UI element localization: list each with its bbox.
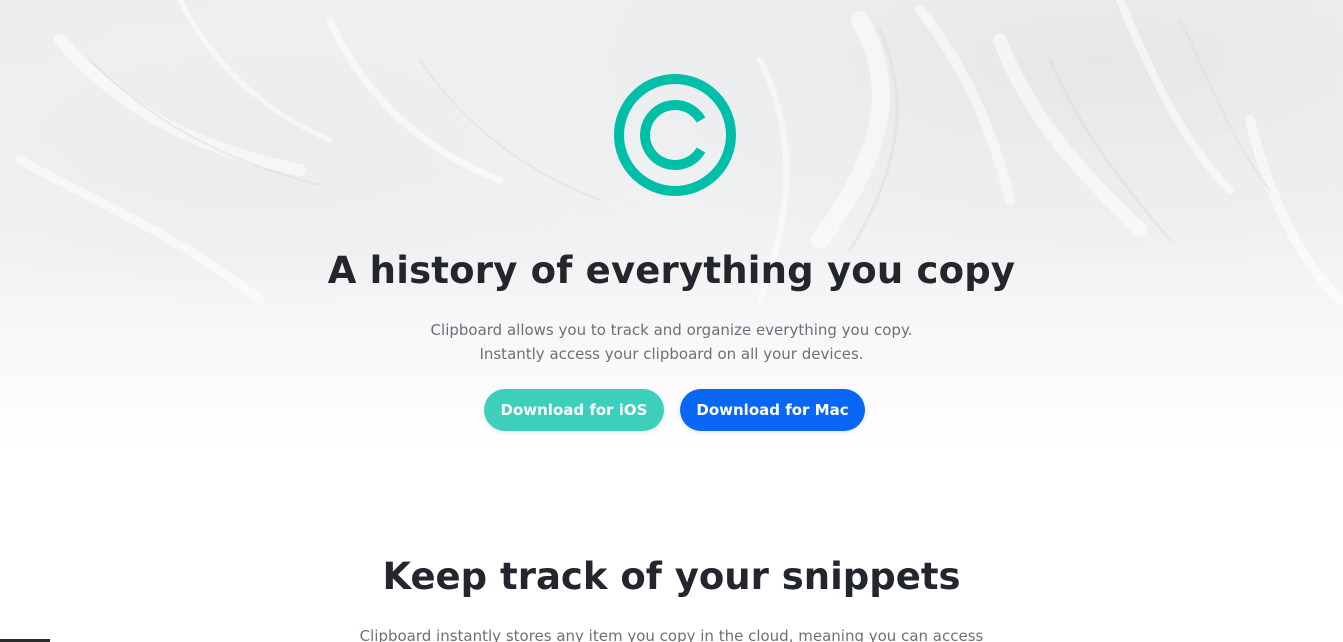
clipboard-logo-icon (614, 74, 736, 196)
hero-subtitle-line-1: Clipboard allows you to track and organi… (430, 321, 913, 339)
hero-subtitle-line-2: Instantly access your clipboard on all y… (479, 345, 864, 363)
download-ios-button[interactable]: Download for iOS (484, 389, 664, 431)
hero-background-texture (15, 0, 1343, 305)
hero-section: A history of everything you copy Clipboa… (0, 0, 1343, 450)
snippets-section-title: Keep track of your snippets (382, 555, 961, 598)
landing-page: A history of everything you copy Clipboa… (0, 0, 1343, 642)
download-mac-button[interactable]: Download for Mac (680, 389, 865, 431)
hero-title: A history of everything you copy (327, 249, 1016, 292)
snippets-section-text: Clipboard instantly stores any item you … (359, 627, 984, 642)
